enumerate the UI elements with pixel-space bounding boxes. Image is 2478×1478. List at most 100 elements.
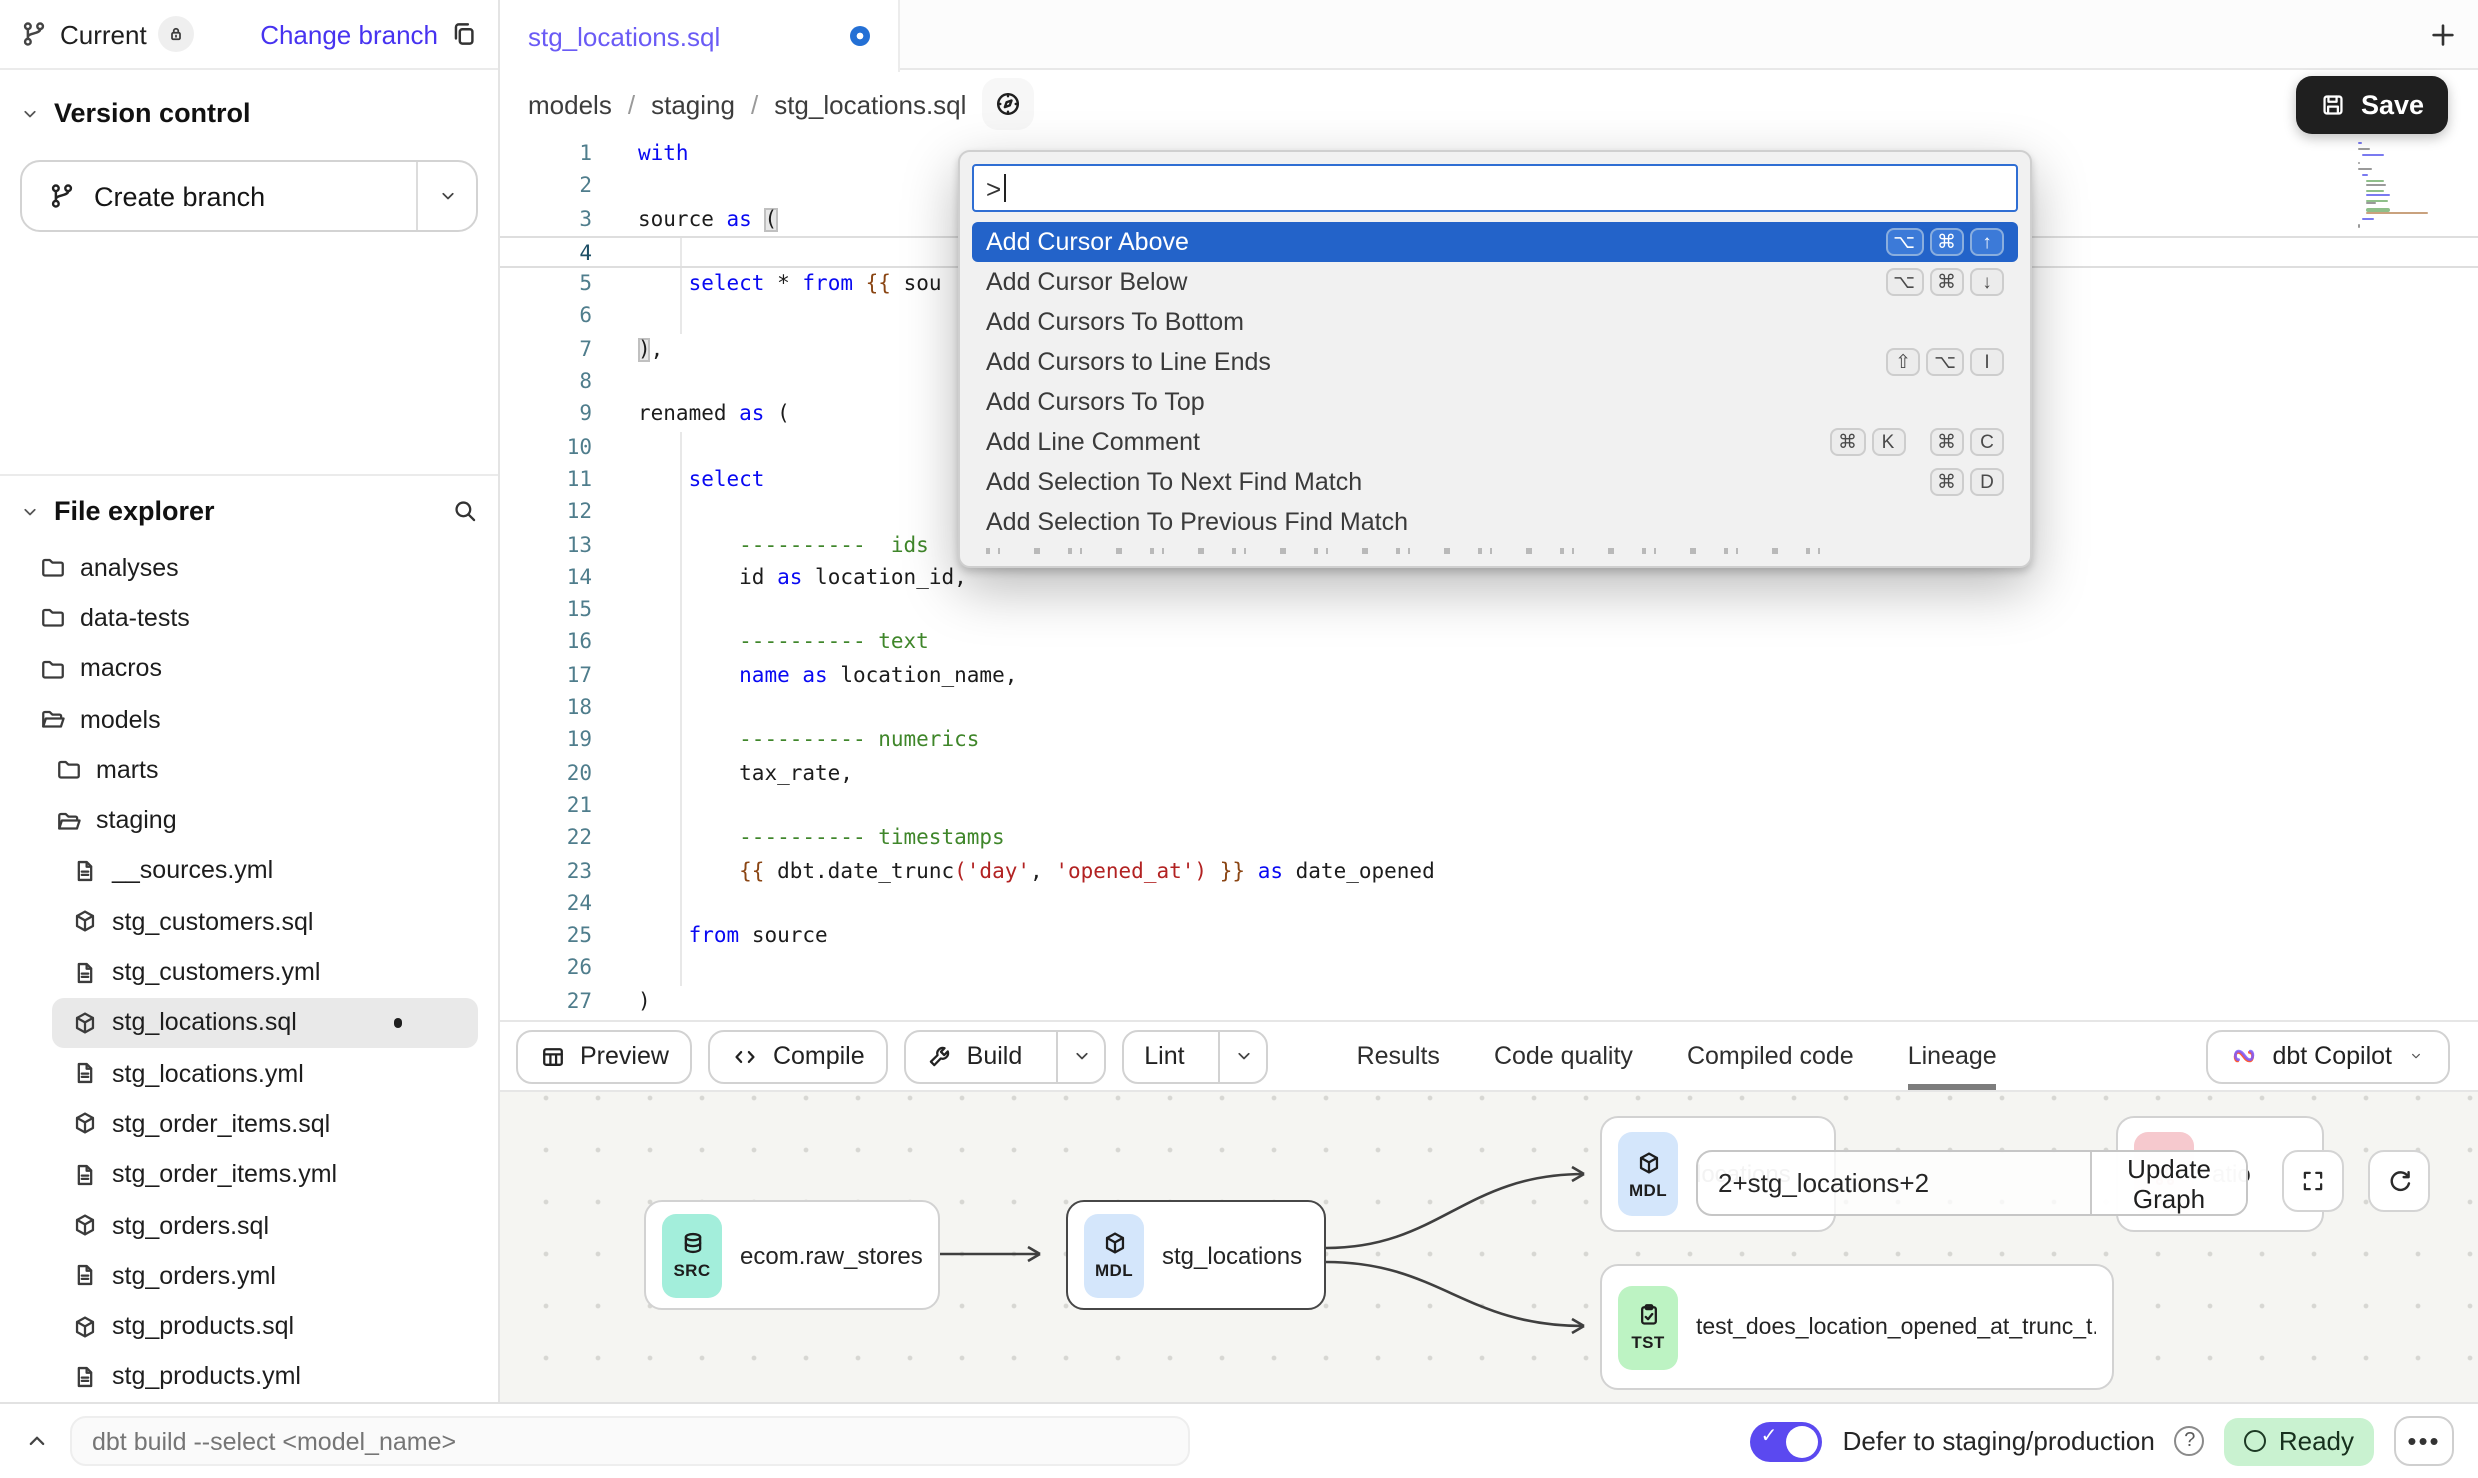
code-line-23[interactable]: 23 {{ dbt.date_trunc('day', 'opened_at')… [500, 855, 2478, 888]
save-button[interactable]: Save [2297, 76, 2448, 134]
current-branch-label: Current [60, 19, 147, 49]
palette-item-add-cursors-to-top[interactable]: Add Cursors To Top [972, 382, 2018, 422]
build-button[interactable]: Build [905, 1029, 1107, 1083]
indent-guide [680, 953, 682, 986]
file-label: models [80, 705, 161, 733]
tab-results[interactable]: Results [1357, 1022, 1440, 1090]
file-tree-item-models[interactable]: models [0, 694, 498, 745]
new-tab-button[interactable] [2428, 0, 2458, 70]
chevron-up-icon[interactable] [24, 1428, 50, 1454]
code-line-20[interactable]: 20 tax_rate, [500, 757, 2478, 790]
file-tree-item-stg_customers-yml[interactable]: stg_customers.yml [0, 947, 498, 998]
breadcrumb-part[interactable]: stg_locations.sql [774, 89, 966, 119]
more-options-button[interactable]: ••• [2394, 1416, 2454, 1466]
file-tree-item-stg_locations-yml[interactable]: stg_locations.yml [0, 1048, 498, 1099]
breadcrumb-part[interactable]: staging [651, 89, 735, 119]
palette-item-add-cursor-above[interactable]: Add Cursor Above⌥⌘↑ [972, 222, 2018, 262]
code-line-24[interactable]: 24 [500, 888, 2478, 921]
defer-toggle[interactable]: ✓ [1751, 1421, 1823, 1461]
code-line-15[interactable]: 15 [500, 594, 2478, 627]
docs-compass-button[interactable] [982, 78, 1034, 130]
tab-stg-locations-sql[interactable]: stg_locations.sql [500, 0, 900, 72]
code-line-16[interactable]: 16 ---------- text [500, 627, 2478, 660]
file-label: stg_products.yml [112, 1363, 301, 1391]
copy-icon[interactable] [450, 20, 478, 48]
model-icon [72, 908, 98, 934]
dbt-copilot-button[interactable]: dbt Copilot [2206, 1029, 2450, 1083]
compass-icon [994, 90, 1022, 118]
palette-item-add-line-comment[interactable]: Add Line Comment⌘K⌘C [972, 422, 2018, 462]
file-tree-item-macros[interactable]: macros [0, 643, 498, 694]
code-line-27[interactable]: 27) [500, 985, 2478, 1018]
line-number: 7 [500, 334, 600, 367]
minimap-line [2367, 183, 2387, 185]
file-tree-item-stg_products-yml[interactable]: stg_products.yml [0, 1352, 498, 1403]
code-line-19[interactable]: 19 ---------- numerics [500, 725, 2478, 758]
file-tree-item-stg_products-sql[interactable]: stg_products.sql [0, 1301, 498, 1352]
palette-input[interactable]: > [972, 164, 2018, 212]
change-branch-link[interactable]: Change branch [260, 19, 438, 49]
build-main[interactable]: Build [907, 1031, 1043, 1081]
tab-compiled-code[interactable]: Compiled code [1687, 1022, 1854, 1090]
file-explorer-header[interactable]: File explorer [0, 496, 498, 526]
lint-dropdown[interactable] [1219, 1031, 1267, 1081]
refresh-button[interactable] [2368, 1150, 2430, 1212]
code-line-17[interactable]: 17 name as location_name, [500, 660, 2478, 693]
create-branch-button[interactable]: Create branch [20, 160, 478, 232]
search-icon[interactable] [452, 498, 478, 524]
build-dropdown[interactable] [1056, 1031, 1104, 1081]
palette-item-add-cursor-below[interactable]: Add Cursor Below⌥⌘↓ [972, 262, 2018, 302]
lineage-node-source[interactable]: SRC ecom.raw_stores [644, 1200, 940, 1310]
lint-main[interactable]: Lint [1124, 1031, 1204, 1081]
file-tree-item-stg_order_items-yml[interactable]: stg_order_items.yml [0, 1149, 498, 1200]
version-control-header[interactable]: Version control [20, 98, 478, 128]
lint-button[interactable]: Lint [1122, 1029, 1268, 1083]
line-text [600, 953, 638, 986]
file-tree-item-analyses[interactable]: analyses [0, 542, 498, 593]
file-tree-item-__sources-yml[interactable]: __sources.yml [0, 846, 498, 897]
line-text: with [600, 138, 689, 171]
lint-label: Lint [1144, 1042, 1184, 1070]
palette-clipped-row[interactable] [972, 542, 2018, 558]
file-tree-item-stg_order_items-sql[interactable]: stg_order_items.sql [0, 1099, 498, 1150]
file-label: analyses [80, 553, 179, 581]
code-line-21[interactable]: 21 [500, 790, 2478, 823]
lineage-selector-input[interactable] [1698, 1152, 2090, 1214]
tab-code-quality[interactable]: Code quality [1494, 1022, 1633, 1090]
file-tree-item-stg_orders-sql[interactable]: stg_orders.sql [0, 1200, 498, 1251]
breadcrumb-part[interactable]: models [528, 89, 612, 119]
line-text: ---------- numerics [600, 725, 979, 758]
palette-item-add-selection-to-next-find-match[interactable]: Add Selection To Next Find Match⌘D [972, 462, 2018, 502]
lineage-node-test[interactable]: TST test_does_location_opened_at_trunc_t… [1600, 1264, 2114, 1390]
file-tree-item-stg_customers-sql[interactable]: stg_customers.sql [0, 896, 498, 947]
file-tree-item-marts[interactable]: marts [0, 744, 498, 795]
palette-item-add-cursors-to-line-ends[interactable]: Add Cursors to Line Ends⇧⌥I [972, 342, 2018, 382]
dbt-command-input[interactable] [70, 1416, 1190, 1466]
minimap[interactable] [2358, 142, 2458, 228]
code-line-26[interactable]: 26 [500, 953, 2478, 986]
fullscreen-button[interactable] [2282, 1150, 2344, 1212]
code-line-18[interactable]: 18 [500, 692, 2478, 725]
preview-button[interactable]: Preview [516, 1029, 693, 1083]
file-tree-item-stg_locations-sql[interactable]: stg_locations.sql [52, 997, 478, 1048]
file-tree-item-stg_orders-yml[interactable]: stg_orders.yml [0, 1250, 498, 1301]
code-line-22[interactable]: 22 ---------- timestamps [500, 822, 2478, 855]
lineage-node-model[interactable]: MDL stg_locations [1066, 1200, 1326, 1310]
ready-status-badge[interactable]: Ready [2225, 1417, 2374, 1465]
update-graph-button[interactable]: Update Graph [2090, 1152, 2246, 1214]
line-number: 11 [500, 464, 600, 497]
file-tree-item-data-tests[interactable]: data-tests [0, 593, 498, 644]
code-line-25[interactable]: 25 from source [500, 920, 2478, 953]
help-icon[interactable]: ? [2175, 1426, 2205, 1456]
compile-button[interactable]: Compile [709, 1029, 889, 1083]
tab-lineage[interactable]: Lineage [1908, 1022, 1997, 1090]
create-branch-dropdown[interactable] [416, 162, 476, 230]
dbt-ide-app: Current Change branch Version control Cr… [0, 0, 2478, 1478]
file-label: stg_order_items.yml [112, 1160, 337, 1188]
file-tree-item-staging[interactable]: staging [0, 795, 498, 846]
line-text [600, 497, 638, 530]
palette-item-add-cursors-to-bottom[interactable]: Add Cursors To Bottom [972, 302, 2018, 342]
database-icon [679, 1230, 705, 1256]
create-branch-main[interactable]: Create branch [22, 162, 416, 230]
palette-item-add-selection-to-previous-find-match[interactable]: Add Selection To Previous Find Match [972, 502, 2018, 542]
